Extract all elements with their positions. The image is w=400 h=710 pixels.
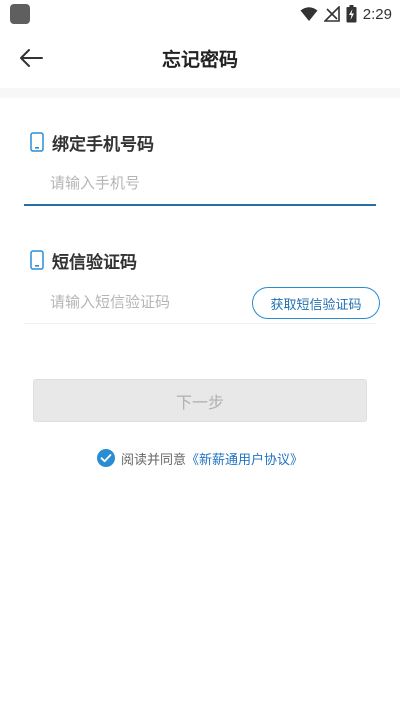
header: 忘记密码 xyxy=(0,28,400,88)
phone-section-label: 绑定手机号码 xyxy=(30,130,154,155)
sms-code-input[interactable] xyxy=(24,280,244,323)
phone-input[interactable] xyxy=(24,162,376,204)
agreement-text: 阅读并同意 xyxy=(120,452,186,468)
phone-input-row xyxy=(24,162,376,206)
battery-charging-icon xyxy=(346,5,357,23)
agreement-row: 阅读并同意 《新薪通用户协议》 xyxy=(0,448,400,468)
get-sms-code-button[interactable]: 获取短信验证码 xyxy=(252,287,380,319)
status-icons: 2:29 xyxy=(300,4,392,24)
status-time: 2:29 xyxy=(362,5,392,23)
code-input-row: 获取短信验证码 xyxy=(24,280,380,324)
wifi-icon xyxy=(300,7,318,21)
app-icon xyxy=(10,4,30,24)
status-bar: 2:29 xyxy=(0,0,400,28)
header-divider xyxy=(0,88,400,98)
checkbox-checked-icon[interactable] xyxy=(96,449,115,467)
user-agreement-link[interactable]: 《新薪通用户协议》 xyxy=(186,449,303,468)
code-label-text: 短信验证码 xyxy=(52,252,137,273)
phone-icon xyxy=(30,132,44,152)
next-step-button[interactable]: 下一步 xyxy=(33,379,367,422)
phone-icon xyxy=(30,250,44,270)
no-signal-icon xyxy=(323,6,340,22)
page-title: 忘记密码 xyxy=(161,49,238,71)
code-section-label: 短信验证码 xyxy=(30,248,137,273)
phone-label-text: 绑定手机号码 xyxy=(52,134,154,155)
